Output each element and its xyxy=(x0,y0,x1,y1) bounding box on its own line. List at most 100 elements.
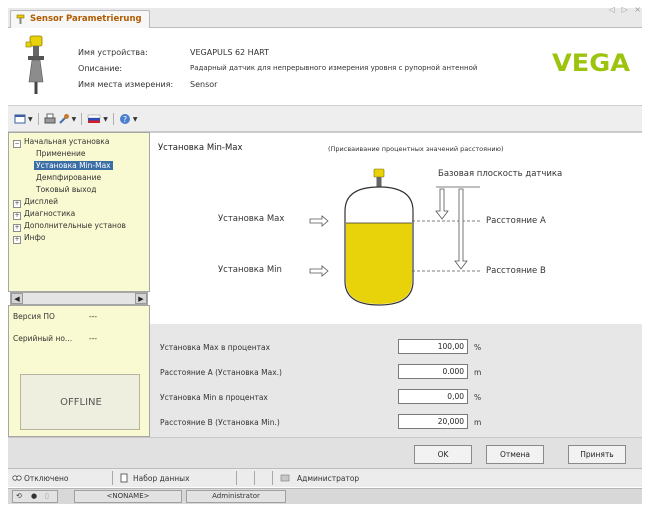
taskbar-controls: ⟲ ● ▯ xyxy=(12,490,58,503)
tree-item-label: Демпфирование xyxy=(36,173,102,182)
tree-item-current-output[interactable]: Токовый выход xyxy=(36,185,96,194)
min-arrow-icon xyxy=(309,265,329,277)
toolbar-group: ▼ ▼ ▼ ? ▼ xyxy=(14,112,138,126)
navigation-tree: − Начальная установка Применение Установк… xyxy=(8,132,150,292)
expand-icon[interactable]: + xyxy=(13,212,21,220)
min-percent-input[interactable]: 0,00 xyxy=(398,389,468,404)
status-divider xyxy=(272,471,273,485)
distance-a-unit: m xyxy=(474,368,482,377)
expand-icon[interactable]: + xyxy=(13,236,21,244)
min-max-diagram-area: Установка Min-Max (Присваивание процентн… xyxy=(150,132,642,324)
scroll-right-icon[interactable]: ▶ xyxy=(135,293,147,304)
device-name-box: <NONAME> xyxy=(74,490,182,503)
tree-item-diagnostics[interactable]: + Диагностика xyxy=(13,209,75,220)
tank-diagram xyxy=(309,168,480,306)
user-status: Administrator xyxy=(212,492,260,500)
tree-item-label: Инфо xyxy=(24,233,46,242)
toolbar-divider xyxy=(112,113,114,125)
expand-icon[interactable]: + xyxy=(13,224,21,232)
serial-number-label: Серийный но... xyxy=(13,334,73,343)
stop-icon[interactable]: ▯ xyxy=(45,492,49,500)
device-description-label: Описание: xyxy=(78,64,123,73)
cancel-button[interactable]: Отмена xyxy=(486,445,544,464)
toolbar-divider xyxy=(37,113,39,125)
flag-icon[interactable] xyxy=(87,113,101,125)
tree-item-additional-settings[interactable]: + Дополнительные установ xyxy=(13,221,126,232)
measurement-location-value: Sensor xyxy=(190,80,218,89)
distance-a-arrow-icon xyxy=(435,188,449,220)
distance-b-label: Расстояние B xyxy=(486,266,546,276)
tree-item-label: Дополнительные установ xyxy=(24,221,126,230)
tree-item-info[interactable]: + Инфо xyxy=(13,233,46,244)
tab-sensor-parametrierung[interactable]: Sensor Parametrierung xyxy=(10,10,150,28)
chevron-down-icon[interactable]: ▼ xyxy=(72,116,77,123)
offline-label: OFFLINE xyxy=(60,397,102,408)
svg-text:?: ? xyxy=(123,115,127,124)
tree-item-damping[interactable]: Демпфирование xyxy=(36,173,101,182)
connection-status-box: OFFLINE xyxy=(20,374,140,430)
dataset-icon xyxy=(120,473,128,483)
chevron-down-icon[interactable]: ▼ xyxy=(103,116,108,123)
apply-button[interactable]: Принять xyxy=(568,445,626,464)
distance-b-input[interactable]: 20,000 xyxy=(398,414,468,429)
connection-status: Отключено xyxy=(24,474,69,483)
serial-number-value: --- xyxy=(89,334,98,343)
print-icon[interactable] xyxy=(44,113,56,125)
distance-a-input[interactable]: 0.000 xyxy=(398,364,468,379)
ok-button[interactable]: OK xyxy=(414,445,472,464)
sensor-horn-icon xyxy=(376,177,382,187)
device-name-label: Имя устройства: xyxy=(78,48,148,57)
set-min-label: Установка Min xyxy=(218,265,282,275)
toolbar: ▼ ▼ ▼ ? ▼ xyxy=(8,106,642,132)
distance-b-unit: m xyxy=(474,418,482,427)
help-icon[interactable]: ? xyxy=(119,113,131,125)
user-role: Администратор xyxy=(297,474,360,483)
tree-item-label: Токовый выход xyxy=(36,185,97,194)
user-role-icon xyxy=(280,474,290,482)
tree-item-application[interactable]: Применение xyxy=(36,149,85,158)
collapse-icon[interactable]: − xyxy=(13,140,21,148)
chevron-down-icon[interactable]: ▼ xyxy=(133,116,138,123)
record-icon[interactable]: ● xyxy=(31,492,37,500)
distance-b-field-label: Расстояние B (Установка Min.) xyxy=(160,418,280,427)
software-version-label: Версия ПО xyxy=(13,312,55,321)
status-divider xyxy=(236,471,237,485)
expand-icon[interactable]: + xyxy=(13,200,21,208)
toolbar-divider xyxy=(81,113,83,125)
status-divider xyxy=(112,471,113,485)
disconnected-icon xyxy=(12,475,22,481)
tab-nav-arrows[interactable]: ◁ ▷ × xyxy=(609,5,643,14)
user-box: Administrator xyxy=(186,490,286,503)
max-percent-unit: % xyxy=(474,343,482,352)
device-name-status: <NONAME> xyxy=(106,492,150,500)
set-max-label: Установка Max xyxy=(218,214,285,224)
tree-item-label: Начальная установка xyxy=(24,137,110,146)
vega-logo: VEGA xyxy=(552,50,630,74)
tool-icon[interactable] xyxy=(58,113,70,125)
tree-item-display[interactable]: + Дисплей xyxy=(13,197,58,208)
tank-liquid xyxy=(346,223,412,304)
sensor-icon xyxy=(16,14,25,24)
tab-label: Sensor Parametrierung xyxy=(30,14,142,24)
software-version-value: --- xyxy=(89,312,98,321)
scroll-left-icon[interactable]: ◀ xyxy=(11,293,23,304)
dialog-button-bar xyxy=(8,437,642,468)
status-divider xyxy=(254,471,255,485)
tree-horizontal-scrollbar[interactable]: ◀ ▶ xyxy=(10,292,148,305)
tree-item-min-max-setup[interactable]: Установка Min-Max xyxy=(34,161,113,170)
device-description-value: Радарный датчик для непрерывного измерен… xyxy=(190,64,478,72)
max-arrow-icon xyxy=(309,215,329,227)
device-header: Имя устройства: VEGAPULS 62 HART Описани… xyxy=(8,28,642,106)
base-plane-label: Базовая плоскость датчика xyxy=(438,169,563,179)
chevron-down-icon[interactable]: ▼ xyxy=(28,116,33,123)
max-percent-input[interactable]: 100,00 xyxy=(398,339,468,354)
tree-item-initial-setup[interactable]: − Начальная установка xyxy=(13,137,109,148)
distance-a-field-label: Расстояние A (Установка Max.) xyxy=(160,368,282,377)
connect-icon[interactable]: ⟲ xyxy=(16,492,22,500)
window-icon[interactable] xyxy=(14,113,26,125)
min-percent-unit: % xyxy=(474,393,482,402)
sensor-device-image xyxy=(25,35,44,94)
min-percent-label: Установка Min в процентах xyxy=(160,393,268,402)
distance-a-label: Расстояние A xyxy=(486,216,546,226)
max-percent-label: Установка Max в процентах xyxy=(160,343,271,352)
